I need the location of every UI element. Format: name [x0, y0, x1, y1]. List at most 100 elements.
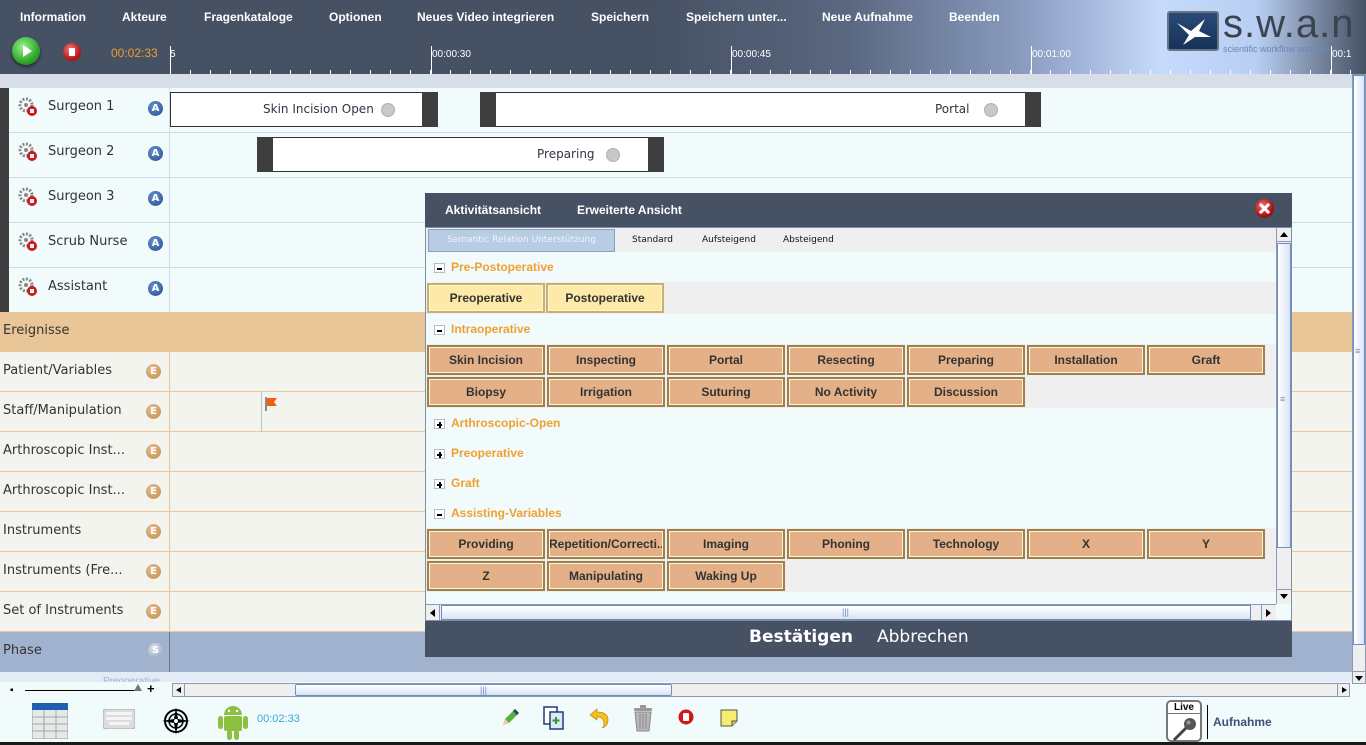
expand-icon[interactable]	[434, 419, 445, 429]
scroll-right-arrow[interactable]	[1337, 684, 1349, 696]
tab-aktivitaetsansicht[interactable]: Aktivitätsansicht	[445, 203, 541, 217]
dialog-vscroll-thumb[interactable]: ≡	[1277, 243, 1291, 548]
activity-button[interactable]: Irrigation	[547, 377, 665, 407]
collapse-icon[interactable]	[434, 509, 445, 519]
actor-label-cell[interactable]: Surgeon 2 A	[9, 133, 170, 178]
stop-button[interactable]	[63, 43, 81, 61]
gear-record-icon[interactable]	[18, 97, 38, 117]
activity-status-icon[interactable]	[984, 103, 998, 117]
activity-button[interactable]: Postoperative	[546, 283, 664, 313]
expand-icon[interactable]	[434, 479, 445, 489]
activity-button[interactable]: Biopsy	[427, 377, 545, 407]
activity-resize-handle[interactable]	[422, 92, 438, 127]
undo-icon[interactable]	[589, 707, 609, 729]
scroll-up-arrow[interactable]	[1277, 228, 1291, 242]
activity-resize-handle[interactable]	[480, 92, 496, 127]
vscroll-thumb[interactable]: ≡	[1353, 75, 1365, 645]
dialog-vscrollbar[interactable]: ≡	[1276, 228, 1291, 604]
activity-button[interactable]: Discussion	[907, 377, 1025, 407]
activity-button[interactable]: X	[1027, 529, 1145, 559]
menu-neues-video[interactable]: Neues Video integrieren	[417, 10, 554, 24]
menu-optionen[interactable]: Optionen	[329, 10, 382, 24]
event-badge[interactable]: E	[146, 604, 161, 619]
activity-button[interactable]: Preoperative	[427, 283, 545, 313]
activity-button[interactable]: Inspecting	[547, 345, 665, 375]
activity-button[interactable]: Providing	[427, 529, 545, 559]
event-badge[interactable]: E	[146, 484, 161, 499]
cancel-button[interactable]: Abbrechen	[877, 627, 969, 647]
menu-beenden[interactable]: Beenden	[949, 10, 1000, 24]
compass-icon[interactable]	[162, 707, 190, 735]
zoom-thumb[interactable]	[134, 684, 142, 691]
duplicate-icon[interactable]	[543, 706, 565, 730]
actor-badge[interactable]: A	[148, 101, 163, 116]
event-badge[interactable]: E	[146, 444, 161, 459]
phase-badge[interactable]: S	[148, 643, 163, 658]
sort-absteigend[interactable]: Absteigend	[783, 235, 834, 245]
actor-label-cell[interactable]: Assistant A	[9, 268, 170, 313]
zoom-in-icon[interactable]: +	[147, 681, 155, 696]
actor-label-cell[interactable]: Scrub Nurse A	[9, 223, 170, 268]
activity-button[interactable]: Installation	[1027, 345, 1145, 375]
activity-button[interactable]: Z	[427, 561, 545, 591]
dialog-hscrollbar[interactable]: |||	[426, 604, 1276, 620]
trash-icon[interactable]	[633, 705, 653, 732]
activity-button[interactable]: Resecting	[787, 345, 905, 375]
keyboard-icon[interactable]	[103, 709, 135, 729]
main-vscrollbar[interactable]: ≡	[1352, 74, 1366, 684]
activity-resize-handle[interactable]	[648, 137, 664, 172]
activity-button[interactable]: Suturing	[667, 377, 785, 407]
activity-button[interactable]: Repetition/Correcti...	[547, 529, 665, 559]
activity-block[interactable]: Skin Incision Open	[170, 92, 438, 127]
timeline-ruler[interactable]: 5 00:00:30 00:00:45 00:01:00 00:1	[170, 34, 1366, 74]
event-badge[interactable]: E	[146, 404, 161, 419]
activity-button[interactable]: Technology	[907, 529, 1025, 559]
sort-standard[interactable]: Standard	[632, 235, 673, 245]
gear-record-icon[interactable]	[18, 232, 38, 252]
menu-information[interactable]: Information	[20, 10, 86, 24]
gear-record-icon[interactable]	[18, 277, 38, 297]
flag-icon[interactable]	[263, 396, 279, 412]
activity-block[interactable]: Portal	[480, 92, 1041, 127]
scroll-left-arrow[interactable]	[173, 684, 185, 696]
activity-resize-handle[interactable]	[1025, 92, 1041, 127]
gear-record-icon[interactable]	[18, 187, 38, 207]
actor-badge[interactable]: A	[148, 191, 163, 206]
gear-record-icon[interactable]	[18, 142, 38, 162]
activity-button[interactable]: Portal	[667, 345, 785, 375]
menu-fragenkataloge[interactable]: Fragenkataloge	[204, 10, 293, 24]
activity-button[interactable]: No Activity	[787, 377, 905, 407]
expand-icon[interactable]	[434, 449, 445, 459]
table-view-icon[interactable]	[32, 703, 68, 739]
activity-status-icon[interactable]	[606, 148, 620, 162]
activity-button[interactable]: Imaging	[667, 529, 785, 559]
actor-badge[interactable]: A	[148, 236, 163, 251]
actor-label-cell[interactable]: Surgeon 1 A	[9, 88, 170, 133]
activity-button[interactable]: Graft	[1147, 345, 1265, 375]
menu-akteure[interactable]: Akteure	[122, 10, 167, 24]
collapse-icon[interactable]	[434, 325, 445, 335]
scroll-down-arrow[interactable]	[1353, 671, 1365, 683]
timeline-hscrollbar[interactable]: |||	[172, 683, 1350, 697]
android-icon[interactable]	[217, 703, 249, 741]
activity-button[interactable]: Y	[1147, 529, 1265, 559]
sort-aufsteigend[interactable]: Aufsteigend	[702, 235, 756, 245]
play-button[interactable]	[12, 37, 40, 65]
zoom-out-icon[interactable]: ▪	[10, 685, 14, 696]
activity-block[interactable]: Preparing	[257, 137, 664, 172]
activity-button[interactable]: Phoning	[787, 529, 905, 559]
stop-record-icon[interactable]	[678, 709, 694, 725]
menu-neue-aufnahme[interactable]: Neue Aufnahme	[822, 10, 913, 24]
event-badge[interactable]: E	[146, 524, 161, 539]
pencil-icon[interactable]	[500, 708, 520, 728]
scroll-right-arrow[interactable]	[1261, 605, 1275, 620]
sort-semantic-relation[interactable]: Semantic Relation Unterstützung	[428, 229, 615, 252]
event-badge[interactable]: E	[146, 364, 161, 379]
dialog-hscroll-thumb[interactable]: |||	[441, 605, 1251, 620]
live-recording-button[interactable]: Live	[1166, 700, 1202, 742]
activity-button[interactable]: Skin Incision	[427, 345, 545, 375]
sticky-note-icon[interactable]	[720, 709, 738, 727]
actor-label-cell[interactable]: Surgeon 3 A	[9, 178, 170, 223]
actor-badge[interactable]: A	[148, 281, 163, 296]
event-badge[interactable]: E	[146, 564, 161, 579]
